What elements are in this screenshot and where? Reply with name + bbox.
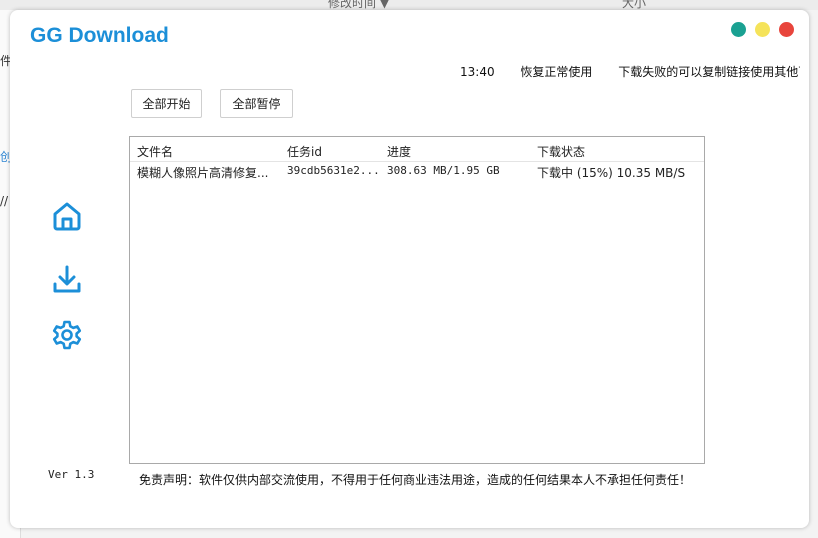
version-label: Ver 1.3 (48, 468, 95, 481)
disclaimer-text: 免责声明：软件仅供内部交流使用，不得用于任何商业违法用途，造成的任何结果本人不承… (139, 473, 692, 487)
download-icon[interactable] (51, 264, 83, 296)
notice-message-2: 下载失败的可以复制链接使用其他下载 (618, 65, 800, 79)
download-table: 文件名 任务id 进度 下载状态 模糊人像照片高清修复... 39cdb5631… (129, 136, 705, 464)
row-filename: 模糊人像照片高清修复... (137, 166, 269, 180)
header-status: 下载状态 (537, 145, 586, 159)
header-task-id: 任务id (287, 145, 322, 159)
teal-window-control[interactable] (731, 22, 746, 37)
red-window-control[interactable] (779, 22, 794, 37)
settings-icon[interactable] (51, 319, 83, 351)
row-progress: 308.63 MB/1.95 GB (387, 164, 500, 177)
background-header (0, 0, 818, 10)
notice-marquee: 13:40 恢复正常使用 下载失败的可以复制链接使用其他下载 (460, 63, 800, 79)
start-all-button[interactable]: 全部开始 (131, 89, 202, 118)
background-fragment: // (0, 194, 9, 208)
yellow-window-control[interactable] (755, 22, 770, 37)
table-header: 文件名 任务id 进度 下载状态 (130, 137, 704, 162)
row-task-id: 39cdb5631e2... (287, 164, 380, 177)
header-progress: 进度 (387, 145, 412, 159)
notice-time: 13:40 (460, 65, 495, 79)
pause-all-button[interactable]: 全部暂停 (220, 89, 293, 118)
table-row[interactable]: 模糊人像照片高清修复... 39cdb5631e2... 308.63 MB/1… (130, 161, 704, 181)
gg-download-window: GG Download 13:40 恢复正常使用 下载失败的可以复制链接使用其他… (10, 10, 809, 528)
home-icon[interactable] (51, 200, 83, 232)
app-title: GG Download (30, 24, 169, 47)
row-status: 下载中 (15%) 10.35 MB/S (537, 166, 686, 180)
header-filename: 文件名 (137, 145, 174, 159)
notice-message-1: 恢复正常使用 (520, 65, 593, 79)
